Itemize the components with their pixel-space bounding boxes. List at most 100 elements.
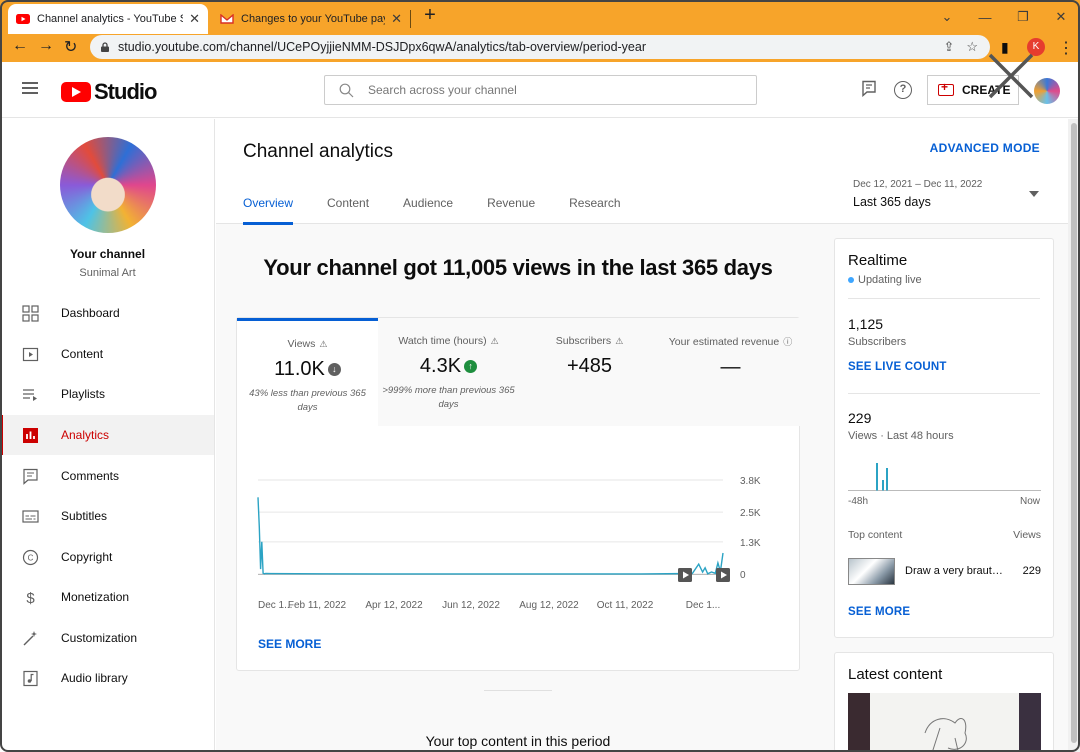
warning-icon: ⚠ [319,339,328,349]
audio-library-icon [23,670,38,687]
see-more-button[interactable]: SEE MORE [258,637,321,651]
hamburger-menu-icon[interactable] [22,82,38,94]
help-icon[interactable]: ? [894,81,912,99]
divider [848,393,1040,394]
channel-name: Sunimal Art [79,267,136,279]
page-scrollbar[interactable] [1068,119,1080,752]
scrollbar-thumb[interactable] [1071,123,1077,743]
feedback-icon[interactable] [861,80,878,97]
restore-icon[interactable]: ❐ [1004,9,1042,25]
metric-note: 43% less than previous 365 days [249,388,366,413]
search-icon [339,83,354,97]
search-input[interactable] [368,83,728,97]
browser-menu-icon[interactable]: ⋮ [1058,38,1074,58]
sidebar-item-copyright[interactable]: C Copyright [0,537,214,577]
metric-watch-time[interactable]: Watch time (hours) ⚠ 4.3K ↑ >999% more tha… [378,318,519,426]
warning-icon: ⚠ [615,336,624,346]
bookmark-star-icon[interactable]: ☆ [966,39,978,55]
youtube-studio-logo[interactable]: Studio [61,79,157,105]
x-tick-label: Aug 12, 2022 [519,600,579,611]
realtime-views-sparkline [848,463,1041,491]
minimize-icon[interactable]: — [966,10,1004,25]
close-tab-icon[interactable]: ✕ [189,11,200,27]
dashboard-icon [22,305,39,322]
browser-tab-bar: Channel analytics - YouTube Studio ✕ Cha… [0,0,1080,34]
analytics-tabs: Overview Content Audience Revenue Resear… [243,196,655,225]
channel-avatar[interactable] [60,137,156,233]
copyright-icon: C [22,549,39,566]
new-tab-plus-icon[interactable]: + [420,4,440,27]
close-tab-icon[interactable]: ✕ [391,11,402,27]
metric-revenue[interactable]: Your estimated revenue ⓘ — [660,318,801,426]
metric-label: Subscribers [555,335,612,347]
dropdown-arrow-icon[interactable] [1029,191,1039,197]
x-tick-label: Jun 12, 2022 [442,600,500,611]
realtime-live-label: Updating live [858,274,922,286]
metric-label: Views [287,338,316,350]
x-tick-label: Dec 1... [686,600,720,611]
metric-views[interactable]: Views ⚠ 11.0K ↓ 43% less than previous 365… [237,318,378,426]
close-overlay-icon[interactable] [985,50,1037,102]
sidebar-item-playlists[interactable]: Playlists [0,374,214,414]
browser-tab-gmail[interactable]: Changes to your YouTube payme ✕ [212,4,410,34]
video-views: 229 [1022,565,1041,577]
tab-search-chevron-icon[interactable]: ⌄ [928,9,966,25]
metric-subscribers[interactable]: Subscribers ⚠ +485 [519,318,660,426]
metric-label: Your estimated revenue [668,336,780,348]
top-content-row[interactable]: Draw a very brautiful 229 [848,558,1041,586]
tab-overview[interactable]: Overview [243,196,294,225]
forward-arrow-icon[interactable]: → [38,37,54,55]
date-range-picker[interactable]: Dec 12, 2021 – Dec 11, 2022 Last 365 day… [853,179,982,209]
account-avatar[interactable] [1034,78,1060,104]
window-controls: ⌄ — ❐ ✕ [928,0,1080,34]
gmail-favicon-icon [220,14,234,24]
back-arrow-icon[interactable]: ← [12,37,28,55]
youtube-favicon-icon [16,14,30,24]
analytics-header: Channel analytics ADVANCED MODE Overview… [216,119,1068,225]
metric-value: 4.3K [419,355,462,377]
sidebar-item-monetization[interactable]: $ Monetization [0,577,214,617]
video-camera-icon [938,80,954,96]
trend-up-icon: ↑ [464,360,478,374]
see-live-count-button[interactable]: SEE LIVE COUNT [848,361,947,373]
video-marker-1[interactable] [678,568,692,582]
advanced-mode-button[interactable]: ADVANCED MODE [930,141,1040,155]
tab-research[interactable]: Research [569,196,620,225]
search-box[interactable] [324,75,757,105]
comments-icon [23,468,38,485]
reload-icon[interactable]: ↻ [64,37,77,57]
sidebar-item-subtitles[interactable]: Subtitles [0,496,214,536]
lock-icon [101,42,109,52]
video-marker-2[interactable] [716,568,730,582]
address-bar[interactable]: studio.youtube.com/channel/UCePOyjjieNMM… [90,35,990,59]
y-tick-label: 3.8K [740,476,761,487]
latest-video-thumbnail[interactable] [848,693,1041,751]
share-icon[interactable]: ⇪ [943,39,954,55]
see-more-button[interactable]: SEE MORE [848,606,910,618]
sidebar-item-customization[interactable]: Customization [0,618,214,658]
video-thumbnail[interactable] [848,558,895,585]
y-tick-label: 0 [740,570,746,581]
views-column-label: Views [1013,529,1041,541]
sidebar-item-dashboard[interactable]: Dashboard [0,293,214,333]
metric-note: >999% more than previous 365 days [382,385,515,410]
date-range-value: Last 365 days [853,195,931,209]
latest-content-title: Latest content [848,666,943,683]
sidebar-item-comments[interactable]: Comments [0,456,214,496]
tab-content[interactable]: Content [327,196,369,225]
close-window-icon[interactable]: ✕ [1042,9,1080,25]
sidebar-item-content[interactable]: Content [0,334,214,374]
sidebar-item-analytics[interactable]: Analytics [0,415,214,455]
sidebar-item-label: Dashboard [61,306,120,320]
top-content-header: Top content Views [848,529,1041,541]
sidebar-item-audio-library[interactable]: Audio library [0,658,214,698]
video-title[interactable]: Draw a very brautiful [905,565,1005,577]
tab-audience[interactable]: Audience [403,196,453,225]
realtime-card: Realtime Updating live 1,125 Subscribers… [834,238,1054,638]
svg-text:C: C [28,554,34,563]
sketch-drawing-icon [924,718,967,751]
tab-revenue[interactable]: Revenue [487,196,535,225]
svg-text:$: $ [26,590,35,606]
browser-tab-analytics[interactable]: Channel analytics - YouTube Studio ✕ [8,4,208,34]
studio-header: Studio ? CREATE [0,62,1080,118]
